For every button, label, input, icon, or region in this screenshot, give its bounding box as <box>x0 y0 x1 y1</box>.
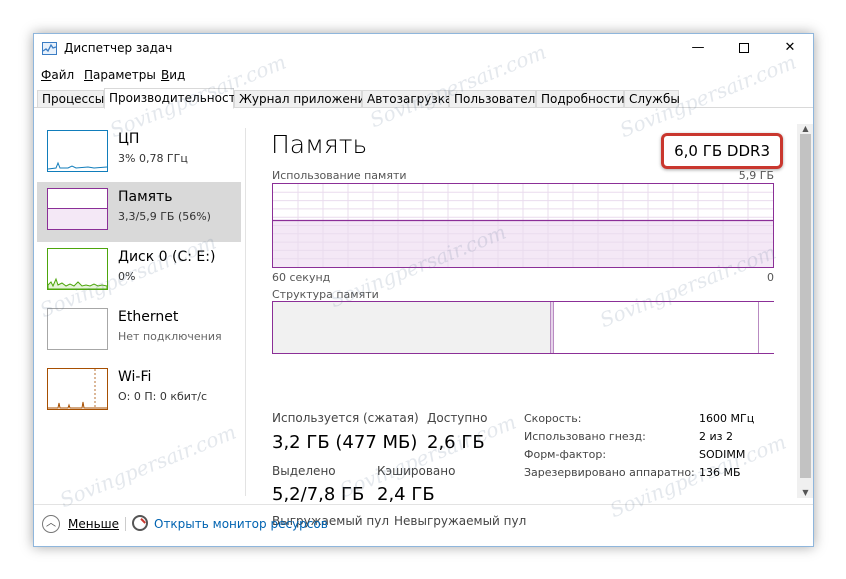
ethernet-graph-icon <box>47 308 108 350</box>
tab-services[interactable]: Службы <box>624 90 680 108</box>
speed-value: 1600 МГц <box>699 412 755 425</box>
hardware-reserved-value: 136 МБ <box>699 466 741 479</box>
tab-processes[interactable]: Процессы <box>37 90 104 108</box>
cached-label: Кэшировано <box>377 464 456 478</box>
footer-divider <box>125 517 126 531</box>
task-manager-window: Диспетчер задач — ✕ Файл Параметры Вид П… <box>33 33 814 547</box>
tab-app-history[interactable]: Журнал приложений <box>234 90 373 108</box>
resource-sidebar: ЦП 3% 0,78 ГГц Память 3,3/5,9 ГБ (56%) Д… <box>37 124 245 496</box>
slots-used-label: Использовано гнезд: <box>524 430 646 443</box>
maximize-button[interactable] <box>721 34 767 64</box>
sidebar-wifi-name: Wi-Fi <box>118 369 152 385</box>
structure-segment-free[interactable] <box>759 302 774 353</box>
task-manager-app-icon <box>42 42 57 55</box>
hardware-reserved-label: Зарезервировано аппаратно: <box>524 466 695 479</box>
usage-chart-max: 5,9 ГБ <box>738 169 774 182</box>
vertical-scrollbar[interactable]: ▲ ▼ <box>797 124 813 498</box>
scroll-down-icon[interactable]: ▼ <box>797 488 813 498</box>
menu-options[interactable]: Параметры <box>84 68 156 82</box>
memory-usage-chart <box>272 183 774 268</box>
menu-bar: Файл Параметры Вид <box>34 65 813 85</box>
structure-segment-in-use[interactable] <box>273 302 551 353</box>
sidebar-item-wifi[interactable]: Wi-Fi О: 0 П: 0 кбит/с <box>37 362 241 422</box>
form-factor-label: Форм-фактор: <box>524 448 607 461</box>
structure-chart-label: Структура памяти <box>272 288 379 301</box>
tab-bar: Процессы Производительность Журнал прило… <box>34 88 813 109</box>
tab-details[interactable]: Подробности <box>536 90 625 108</box>
menu-view[interactable]: Вид <box>161 68 185 82</box>
structure-segment-standby[interactable] <box>554 302 759 353</box>
title-bar: Диспетчер задач — ✕ <box>34 34 813 64</box>
sidebar-disk-name: Диск 0 (C: E:) <box>118 249 216 265</box>
usage-chart-grid <box>273 184 773 267</box>
scroll-up-icon[interactable]: ▲ <box>797 124 813 134</box>
window-title: Диспетчер задач <box>64 41 173 55</box>
sidebar-memory-sub: 3,3/5,9 ГБ (56%) <box>118 210 211 223</box>
sidebar-cpu-name: ЦП <box>118 131 140 147</box>
available-label: Доступно <box>427 411 488 425</box>
memory-graph-icon <box>47 188 108 230</box>
sidebar-item-ethernet[interactable]: Ethernet Нет подключения <box>37 302 241 362</box>
scroll-thumb[interactable] <box>800 134 811 478</box>
page-title: Память <box>271 130 368 159</box>
sidebar-disk-sub: 0% <box>118 270 136 283</box>
footer-bar: ︿ Меньше Открыть монитор ресурсов <box>34 504 813 546</box>
maximize-icon <box>739 42 749 53</box>
committed-value: 5,2/7,8 ГБ <box>272 484 365 505</box>
memory-structure-chart <box>272 301 774 354</box>
sidebar-memory-name: Память <box>118 189 173 205</box>
minimize-button[interactable]: — <box>675 34 721 64</box>
open-resource-monitor-link[interactable]: Открыть монитор ресурсов <box>154 517 328 531</box>
chevron-up-icon: ︿ <box>42 515 60 533</box>
disk-graph-icon <box>47 248 108 290</box>
tab-startup[interactable]: Автозагрузка <box>362 90 452 108</box>
cpu-graph-icon <box>47 130 108 172</box>
menu-file[interactable]: Файл <box>41 68 74 82</box>
fewer-details-label: Меньше <box>68 517 120 531</box>
cached-value: 2,4 ГБ <box>377 484 435 505</box>
tab-performance[interactable]: Производительность <box>104 88 243 109</box>
tab-users[interactable]: Пользователи <box>449 90 543 108</box>
wifi-graph-icon <box>47 368 108 410</box>
memory-spec: 6,0 ГБ DDR3 <box>674 142 770 160</box>
sidebar-cpu-sub: 3% 0,78 ГГц <box>118 152 188 165</box>
in-use-label: Используется (сжатая) <box>272 411 419 425</box>
memory-panel: Память 6,0 ГБ DDR3 Использование памяти … <box>246 108 797 528</box>
usage-chart-timespan: 60 секунд <box>272 271 331 284</box>
available-value: 2,6 ГБ <box>427 432 485 453</box>
sidebar-item-cpu[interactable]: ЦП 3% 0,78 ГГц <box>37 124 241 184</box>
resource-monitor-icon <box>132 515 148 531</box>
close-button[interactable]: ✕ <box>767 34 813 64</box>
form-factor-value: SODIMM <box>699 448 746 461</box>
usage-chart-label: Использование памяти <box>272 169 407 182</box>
sidebar-ethernet-name: Ethernet <box>118 309 179 325</box>
memory-spec-highlight: 6,0 ГБ DDR3 <box>661 133 783 169</box>
sidebar-item-memory[interactable]: Память 3,3/5,9 ГБ (56%) <box>37 182 241 242</box>
sidebar-wifi-sub: О: 0 П: 0 кбит/с <box>118 390 208 403</box>
slots-used-value: 2 из 2 <box>699 430 733 443</box>
committed-label: Выделено <box>272 464 336 478</box>
usage-chart-min: 0 <box>767 271 774 284</box>
sidebar-ethernet-sub: Нет подключения <box>118 330 222 343</box>
in-use-value: 3,2 ГБ (477 МБ) <box>272 432 418 453</box>
sidebar-item-disk[interactable]: Диск 0 (C: E:) 0% <box>37 242 241 302</box>
speed-label: Скорость: <box>524 412 582 425</box>
